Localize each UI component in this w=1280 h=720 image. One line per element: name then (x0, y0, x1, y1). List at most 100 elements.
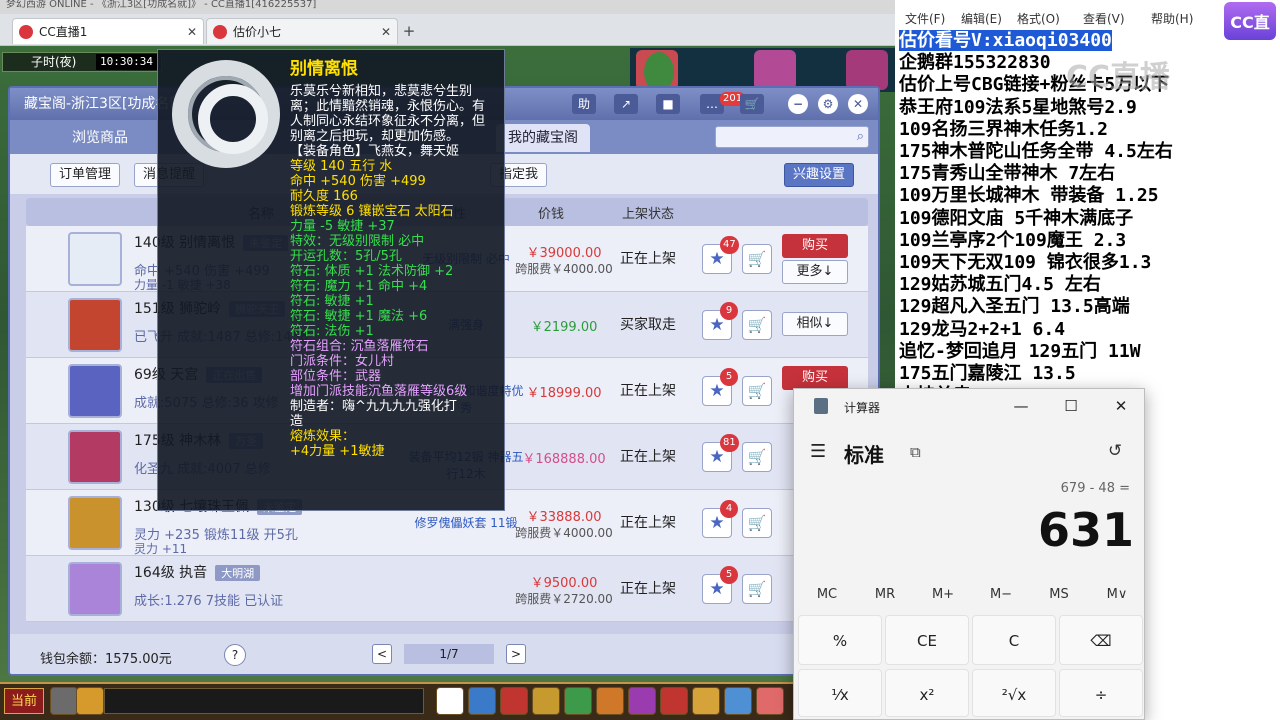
calc-key[interactable]: x² (885, 669, 969, 717)
add-cart-icon[interactable]: 🛒 (742, 442, 772, 472)
item-thumbnail-icon[interactable] (68, 232, 122, 286)
skill-icon[interactable] (596, 687, 624, 715)
tab-estimate[interactable]: 估价小七 ✕ (206, 18, 398, 44)
sword-icon[interactable] (468, 687, 496, 715)
tab-browse[interactable]: 浏览商品 (60, 124, 140, 152)
close-tab-icon[interactable]: ✕ (381, 25, 391, 39)
treasure-chest-icon[interactable] (500, 687, 528, 715)
item-thumbnail-icon[interactable] (68, 298, 122, 352)
add-cart-icon[interactable]: 🛒 (742, 574, 772, 604)
search-input[interactable]: ⌕ (715, 126, 869, 148)
calc-key[interactable]: ⌫ (1059, 615, 1143, 665)
item-thumbnail-icon[interactable] (68, 430, 122, 484)
buy-button[interactable]: 购买 (782, 366, 848, 390)
cart-icon[interactable]: 🛒 (740, 94, 764, 114)
tab-my-pavilion[interactable]: 我的藏宝阁 (496, 124, 590, 152)
calc-key[interactable]: ÷ (1059, 669, 1143, 717)
menu-file[interactable]: 文件(F) (905, 10, 945, 27)
help-icon[interactable]: ? (224, 644, 246, 666)
memory-button[interactable]: MC (798, 587, 856, 602)
notepad-line: 109天下无双109 锦衣很多1.3 (899, 252, 1279, 274)
gear-icon[interactable]: ⚙ (818, 94, 838, 114)
cc-favicon-icon (213, 24, 227, 39)
menu-view[interactable]: 查看(V) (1083, 10, 1125, 27)
stop-icon[interactable]: ■ (656, 94, 680, 114)
item-thumbnail-icon[interactable] (68, 562, 122, 616)
player-avatar[interactable] (754, 50, 796, 90)
map-icon[interactable] (724, 687, 752, 715)
ring-inner-icon (198, 84, 268, 154)
favorite-count-badge: 81 (720, 434, 739, 452)
tooltip-line: 制造者：嗨^九九九九强化打 (290, 399, 457, 414)
microphone-icon[interactable] (50, 687, 78, 715)
calc-key[interactable]: % (798, 615, 882, 665)
add-cart-icon[interactable]: 🛒 (742, 508, 772, 538)
prev-page-button[interactable]: < (372, 644, 392, 664)
memory-button[interactable]: MR (856, 587, 914, 602)
chat-input[interactable] (104, 688, 424, 714)
notepad-line: 恭王府109法系5星地煞号2.9 (899, 97, 1279, 119)
add-cart-icon[interactable]: 🛒 (742, 376, 772, 406)
peach-icon[interactable] (756, 687, 784, 715)
memory-button[interactable]: MS (1030, 587, 1088, 602)
calc-key[interactable]: CE (885, 615, 969, 665)
item-desc: 成长:1.276 7技能 已认证 (134, 594, 284, 609)
bag-icon[interactable] (532, 687, 560, 715)
line-text: 129姑苏城五门4.5 左右 (899, 274, 1101, 296)
channel-current-button[interactable]: 当前 (4, 688, 44, 714)
tab-cc-live[interactable]: CC直播1 ✕ (12, 18, 204, 44)
tooltip-line: 等级 140 五行 水 (290, 159, 393, 174)
menu-format[interactable]: 格式(O) (1017, 10, 1060, 27)
next-page-button[interactable]: > (506, 644, 526, 664)
flag-icon[interactable] (660, 687, 688, 715)
new-tab-button[interactable]: + (400, 22, 418, 40)
item-thumbnail-icon[interactable] (68, 364, 122, 418)
menu-help[interactable]: 帮助(H) (1151, 10, 1193, 27)
help-button[interactable]: 助 (572, 94, 596, 114)
team-avatar[interactable] (846, 50, 888, 90)
item-thumbnail-icon[interactable] (68, 496, 122, 550)
team-icon[interactable] (564, 687, 592, 715)
tooltip-line: 力量 -5 敏捷 +37 (290, 219, 395, 234)
emoji-icon[interactable] (76, 687, 104, 715)
browser-tab-bar: CC直播1 ✕ 估价小七 ✕ + (0, 14, 895, 46)
history-icon[interactable]: ↺ (1108, 441, 1122, 461)
bell-icon[interactable] (692, 687, 720, 715)
close-window-icon[interactable]: ✕ (1106, 395, 1136, 417)
more-dropdown-button[interactable]: 相似↓ (782, 312, 848, 336)
shop-footer: 钱包余额：1575.00元 ? < 1/7 > (10, 634, 878, 674)
close-tab-icon[interactable]: ✕ (187, 25, 197, 39)
buy-button[interactable]: 购买 (782, 234, 848, 258)
listing-status: 买家取走 (620, 317, 676, 333)
search-icon[interactable]: ⌕ (857, 129, 864, 144)
maximize-window-icon[interactable]: ☐ (1056, 395, 1086, 417)
tooltip-line: 开运孔数：5孔/5孔 (290, 249, 402, 264)
close-icon[interactable]: ✕ (848, 94, 868, 114)
order-management-button[interactable]: 订单管理 (50, 163, 121, 187)
notepad-line: 109万里长城神木 带装备 1.25 (899, 185, 1279, 207)
tooltip-line: 符石: 魔力 +1 命中 +4 (290, 279, 428, 294)
panda-icon[interactable] (436, 687, 464, 715)
minimize-icon[interactable]: − (788, 94, 808, 114)
minimize-window-icon[interactable]: — (1006, 395, 1036, 417)
calc-key[interactable]: C (972, 615, 1056, 665)
table-row[interactable]: 164级 执音 大明湖 成长:1.276 7技能 已认证 ￥9500.00 跨服费￥27… (26, 556, 868, 622)
share-icon[interactable]: ↗ (614, 94, 638, 114)
memory-button[interactable]: M∨ (1088, 587, 1146, 602)
interest-settings-button[interactable]: 兴趣设置 (784, 163, 855, 187)
calc-key[interactable]: ¹⁄x (798, 669, 882, 717)
calc-key[interactable]: ²√x (972, 669, 1056, 717)
notepad-menu: 文件(F) 编辑(E) 格式(O) 查看(V) 帮助(H) (895, 0, 1280, 30)
notepad-line: 追忆-梦回追月 129五门 11W (899, 341, 1279, 363)
memory-button[interactable]: M+ (914, 587, 972, 602)
scroll-icon[interactable] (628, 687, 656, 715)
hamburger-menu-icon[interactable]: ☰ (810, 441, 826, 462)
notepad-line: 175五门嘉陵江 13.5 (899, 363, 1279, 385)
add-cart-icon[interactable]: 🛒 (742, 310, 772, 340)
memory-button[interactable]: M− (972, 587, 1030, 602)
menu-edit[interactable]: 编辑(E) (961, 10, 1002, 27)
more-dropdown-button[interactable]: 更多↓ (782, 260, 848, 284)
cross-server-fee: 跨服费￥2720.00 (515, 592, 613, 606)
add-cart-icon[interactable]: 🛒 (742, 244, 772, 274)
keep-on-top-icon[interactable]: ⧉ (910, 443, 921, 461)
